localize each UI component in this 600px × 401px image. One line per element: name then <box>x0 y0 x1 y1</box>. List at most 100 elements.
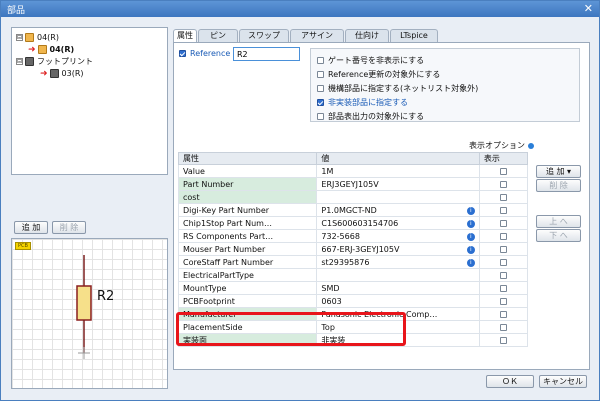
table-row[interactable]: Digi-Key Part Number P1.0MGCT-ND i <box>177 203 529 217</box>
display-checkbox[interactable] <box>499 232 507 240</box>
display-checkbox[interactable] <box>499 258 507 266</box>
resistor-symbol <box>76 255 92 359</box>
attribute-name-cell[interactable]: CoreStaff Part Number <box>177 255 318 269</box>
gear-icon[interactable] <box>528 142 534 149</box>
option-hide-gate[interactable]: ゲート番号を非表示にする <box>317 55 424 66</box>
attribute-name-cell[interactable]: PCBFootprint <box>177 294 318 308</box>
tree-node-symbol[interactable]: ➜ 04(R) <box>28 44 74 56</box>
tree-node-footprint-child[interactable]: ➜ 03(R) <box>40 68 84 80</box>
parts-dialog: 部品 ✕ ⊟ 04(R) ➜ 04(R) ⊟ フットプリント ➜ 03(R) 追 加 削… <box>0 0 600 401</box>
table-row[interactable]: CoreStaff Part Number st29395876 i <box>177 255 529 269</box>
option-not-mounted[interactable]: 非実装部品に指定する <box>317 97 408 108</box>
info-icon[interactable]: i <box>466 232 475 241</box>
info-icon[interactable]: i <box>466 245 475 254</box>
reference-input[interactable] <box>233 47 300 61</box>
option-exclude-bom[interactable]: 部品表出力の対象外にする <box>317 111 424 122</box>
reference-checkbox[interactable] <box>179 50 186 57</box>
checkbox[interactable] <box>317 71 324 78</box>
display-options-link[interactable]: 表示オプション <box>469 140 534 151</box>
attribute-name-cell[interactable]: Part Number <box>177 177 318 191</box>
attribute-name-cell[interactable]: cost <box>177 190 318 204</box>
attribute-name-cell[interactable]: Chip1Stop Part Num… <box>177 216 318 230</box>
option-exclude-ref-update[interactable]: Reference更新の対象外にする <box>317 69 440 80</box>
tab-pins[interactable]: ピン <box>198 29 238 42</box>
checkbox[interactable] <box>317 57 324 64</box>
grid-add-button[interactable]: 追 加 ▾ <box>536 165 581 178</box>
attribute-value-cell[interactable]: 0603 <box>316 294 480 308</box>
table-row[interactable]: Part Number ERJ3GEYJ105V <box>177 177 529 191</box>
option-mechanical[interactable]: 機構部品に指定する(ネットリスト対象外) <box>317 83 478 94</box>
display-checkbox[interactable] <box>499 323 507 331</box>
tab-destination[interactable]: 仕向け <box>345 29 389 42</box>
table-row[interactable]: RS Components Part… 732-5668 i <box>177 229 529 243</box>
footprint-icon <box>49 69 59 78</box>
table-row[interactable]: Chip1Stop Part Num… C1S600603154706 i <box>177 216 529 230</box>
info-icon[interactable]: i <box>466 206 475 215</box>
attribute-value-cell[interactable]: SMD <box>316 281 480 295</box>
attribute-name-cell[interactable]: Mouser Part Number <box>177 242 318 256</box>
display-checkbox[interactable] <box>499 180 507 188</box>
display-checkbox[interactable] <box>499 297 507 305</box>
table-row[interactable]: ElectricalPartType <box>177 268 529 282</box>
tree-node-footprint[interactable]: ⊟ フットプリント <box>16 56 93 68</box>
attribute-value-cell[interactable]: 732-5668 i <box>316 229 480 243</box>
tab-assign[interactable]: アサイン <box>290 29 344 42</box>
option-label: 非実装部品に指定する <box>328 98 408 107</box>
tree-node-root[interactable]: ⊟ 04(R) <box>16 32 59 44</box>
arrow-right-icon: ➜ <box>40 69 48 79</box>
display-checkbox[interactable] <box>499 193 507 201</box>
tree-delete-button[interactable]: 削 除 <box>52 221 86 234</box>
column-header-display[interactable]: 表示 <box>478 152 529 165</box>
highlight-annotation <box>176 312 406 346</box>
tab-ltspice[interactable]: LTspice <box>390 29 438 42</box>
table-row[interactable]: Mouser Part Number 667-ERJ-3GEYJ105V i <box>177 242 529 256</box>
checkbox[interactable] <box>317 85 324 92</box>
attribute-name-cell[interactable]: Digi-Key Part Number <box>177 203 318 217</box>
display-checkbox[interactable] <box>499 271 507 279</box>
attribute-value: 0603 <box>321 296 342 306</box>
attribute-value-cell[interactable] <box>316 268 480 282</box>
display-checkbox[interactable] <box>499 310 507 318</box>
collapse-icon[interactable]: ⊟ <box>16 58 23 65</box>
info-icon[interactable]: i <box>466 219 475 228</box>
close-icon[interactable]: ✕ <box>584 2 593 15</box>
attribute-value-cell[interactable]: C1S600603154706 i <box>316 216 480 230</box>
attribute-value: P1.0MGCT-ND <box>321 205 377 215</box>
attribute-value-cell[interactable] <box>316 190 480 204</box>
attribute-name-cell[interactable]: Value <box>177 164 318 178</box>
checkbox[interactable] <box>317 113 324 120</box>
column-header-value[interactable]: 値 <box>316 152 480 165</box>
attribute-value-cell[interactable]: P1.0MGCT-ND i <box>316 203 480 217</box>
display-checkbox[interactable] <box>499 284 507 292</box>
column-header-attribute[interactable]: 属性 <box>177 152 318 165</box>
move-down-button[interactable]: 下 へ <box>536 229 581 242</box>
tab-swap[interactable]: スワップ <box>239 29 289 42</box>
checkbox[interactable] <box>317 99 324 106</box>
tree-add-button[interactable]: 追 加 <box>14 221 48 234</box>
table-row[interactable]: PCBFootprint 0603 <box>177 294 529 308</box>
display-checkbox[interactable] <box>499 219 507 227</box>
table-row[interactable]: cost <box>177 190 529 204</box>
attribute-value-cell[interactable]: ERJ3GEYJ105V <box>316 177 480 191</box>
attribute-value-cell[interactable]: 1M <box>316 164 480 178</box>
grid-delete-button[interactable]: 削 除 <box>536 179 581 192</box>
attribute-name-cell[interactable]: ElectricalPartType <box>177 268 318 282</box>
tab-attributes[interactable]: 属性 <box>173 29 197 43</box>
cancel-button[interactable]: キャンセル <box>539 375 587 388</box>
attribute-value-cell[interactable]: st29395876 i <box>316 255 480 269</box>
footprint-icon <box>25 57 34 66</box>
display-checkbox[interactable] <box>499 245 507 253</box>
move-up-button[interactable]: 上 へ <box>536 215 581 228</box>
display-checkbox[interactable] <box>499 206 507 214</box>
display-checkbox[interactable] <box>499 336 507 344</box>
attribute-value-cell[interactable]: 667-ERJ-3GEYJ105V i <box>316 242 480 256</box>
option-label: 部品表出力の対象外にする <box>328 112 425 121</box>
collapse-icon[interactable]: ⊟ <box>16 34 23 41</box>
attribute-name-cell[interactable]: RS Components Part… <box>177 229 318 243</box>
table-row[interactable]: MountType SMD <box>177 281 529 295</box>
display-checkbox[interactable] <box>499 167 507 175</box>
ok-button[interactable]: ＯＫ <box>486 375 534 388</box>
attribute-name-cell[interactable]: MountType <box>177 281 318 295</box>
table-row[interactable]: Value 1M <box>177 164 529 178</box>
info-icon[interactable]: i <box>466 258 475 267</box>
